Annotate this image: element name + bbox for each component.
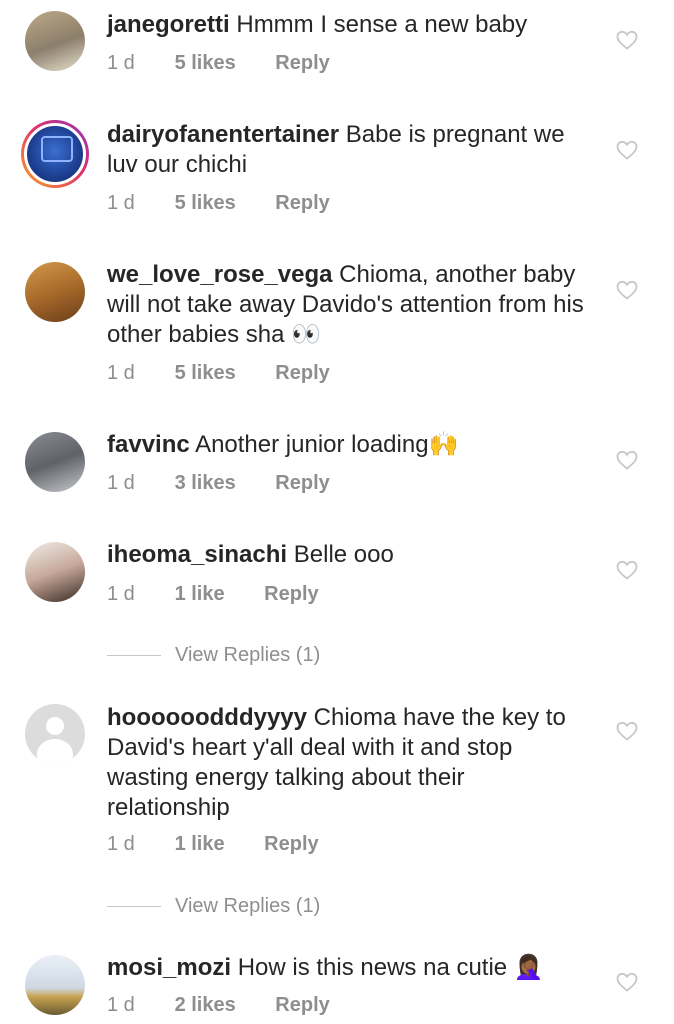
avatar[interactable] xyxy=(25,955,85,1015)
comment-body: Another junior loading🙌 xyxy=(195,431,459,458)
comment-body: Hmmm I sense a new baby xyxy=(236,11,528,38)
avatar[interactable] xyxy=(21,120,89,188)
reply-button[interactable]: Reply xyxy=(275,192,329,215)
heart-outline-icon[interactable] xyxy=(615,719,639,743)
heart-outline-icon[interactable] xyxy=(615,138,639,162)
username[interactable]: mosi_mozi xyxy=(107,954,231,981)
username[interactable]: janegoretti xyxy=(107,11,230,38)
heart-outline-icon[interactable] xyxy=(615,448,639,472)
reply-button[interactable]: Reply xyxy=(275,362,329,385)
likes-count[interactable]: 5 likes xyxy=(175,362,236,385)
replies-divider xyxy=(107,654,161,656)
username[interactable]: favvinc xyxy=(107,431,190,458)
comment-meta: 1 d 1 like Reply xyxy=(107,833,319,856)
comment-meta: 1 d 5 likes Reply xyxy=(107,362,330,385)
view-replies-label: View Replies (1) xyxy=(175,643,321,666)
likes-count[interactable]: 3 likes xyxy=(175,472,236,495)
reply-button[interactable]: Reply xyxy=(275,52,329,75)
view-replies-label: View Replies (1) xyxy=(175,894,321,917)
comment-time: 1 d xyxy=(107,472,135,494)
heart-outline-icon[interactable] xyxy=(615,278,639,302)
username[interactable]: hoooooodddyyyy xyxy=(107,704,307,731)
comment-text: we_love_rose_vega Chioma, another baby w… xyxy=(107,260,587,350)
comment-meta: 1 d 5 likes Reply xyxy=(107,192,330,215)
reply-button[interactable]: Reply xyxy=(275,472,329,495)
comment-text: janegoretti Hmmm I sense a new baby xyxy=(107,10,587,40)
comment-text: dairyofanentertainer Babe is pregnant we… xyxy=(107,120,587,180)
comment-time: 1 d xyxy=(107,994,135,1016)
reply-button[interactable]: Reply xyxy=(264,833,318,856)
comment-body: How is this news na cutie 🤦🏾‍♀️ xyxy=(237,954,544,981)
view-replies-button[interactable]: View Replies (1) xyxy=(107,640,320,670)
avatar[interactable] xyxy=(25,262,85,322)
reply-button[interactable]: Reply xyxy=(264,583,318,606)
comment-time: 1 d xyxy=(107,583,135,605)
username[interactable]: we_love_rose_vega xyxy=(107,261,332,288)
username[interactable]: iheoma_sinachi xyxy=(107,541,287,568)
heart-outline-icon[interactable] xyxy=(615,970,639,994)
comment-text: mosi_mozi How is this news na cutie 🤦🏾‍♀… xyxy=(107,953,587,983)
comment-meta: 1 d 1 like Reply xyxy=(107,583,319,606)
comment-time: 1 d xyxy=(107,52,135,74)
likes-count[interactable]: 5 likes xyxy=(175,52,236,75)
comment-time: 1 d xyxy=(107,833,135,855)
comment-meta: 1 d 5 likes Reply xyxy=(107,52,330,75)
view-replies-button[interactable]: View Replies (1) xyxy=(107,891,320,921)
comment-body: Belle ooo xyxy=(293,541,394,568)
avatar[interactable] xyxy=(25,542,85,602)
replies-divider xyxy=(107,905,161,907)
comment-meta: 1 d 2 likes Reply xyxy=(107,994,330,1017)
username[interactable]: dairyofanentertainer xyxy=(107,121,339,148)
likes-count[interactable]: 1 like xyxy=(175,583,225,606)
likes-count[interactable]: 1 like xyxy=(175,833,225,856)
heart-outline-icon[interactable] xyxy=(615,558,639,582)
comment-meta: 1 d 3 likes Reply xyxy=(107,472,330,495)
likes-count[interactable]: 2 likes xyxy=(175,994,236,1017)
comment-time: 1 d xyxy=(107,192,135,214)
avatar[interactable] xyxy=(25,704,85,764)
avatar[interactable] xyxy=(25,432,85,492)
comment-time: 1 d xyxy=(107,362,135,384)
heart-outline-icon[interactable] xyxy=(615,28,639,52)
reply-button[interactable]: Reply xyxy=(275,994,329,1017)
comment-text: iheoma_sinachi Belle ooo xyxy=(107,540,587,570)
avatar[interactable] xyxy=(25,11,85,71)
comment-text: favvinc Another junior loading🙌 xyxy=(107,430,587,460)
likes-count[interactable]: 5 likes xyxy=(175,192,236,215)
comment-text: hoooooodddyyyy Chioma have the key to Da… xyxy=(107,703,587,823)
